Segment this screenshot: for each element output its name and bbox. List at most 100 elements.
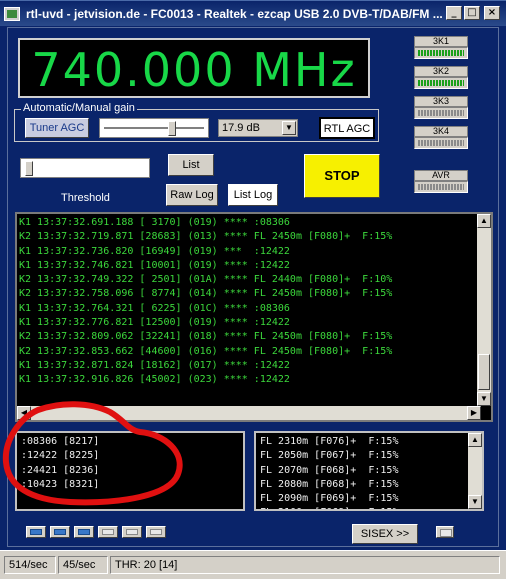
led-button-4[interactable] — [98, 526, 118, 538]
indicator-avr[interactable]: AVR — [414, 170, 468, 193]
indicator-fill — [418, 184, 464, 190]
log-line: K1 13:37:32.776.821 [12500] (019) **** :… — [19, 317, 290, 329]
led-indicator — [126, 529, 138, 535]
log-line: K2 13:37:32.719.871 [28683] (013) **** F… — [19, 231, 393, 243]
squawk-line: :10423 [8321] — [21, 478, 100, 490]
squawk-list-pane[interactable]: :08306 [8217] :12422 [8225] :24421 [8236]:… — [15, 431, 245, 511]
indicator-fill — [418, 110, 464, 116]
app-window: rtl-uvd - jetvision.de - FC0013 - Realte… — [0, 0, 506, 579]
list-button[interactable]: List — [168, 154, 214, 176]
close-button[interactable]: × — [484, 6, 500, 20]
scroll-right-icon[interactable]: ▶ — [467, 406, 481, 420]
altitude-list-scrollbar[interactable]: ▲ ▼ — [468, 433, 482, 509]
indicator-fill — [418, 140, 464, 146]
log-line: K2 13:37:32.758.096 [ 8774] (014) **** F… — [19, 288, 393, 300]
maximize-button[interactable]: □ — [464, 6, 480, 20]
chevron-down-icon[interactable]: ▼ — [282, 121, 296, 135]
frequency-value: 740.000 MHz — [31, 43, 357, 97]
log-line: K1 13:37:32.736.820 [16949] (019) *** :1… — [19, 245, 290, 257]
indicator-bar — [414, 107, 468, 119]
status-rate-1: 514/sec — [4, 556, 56, 574]
indicator-label: AVR — [414, 170, 468, 181]
tuner-agc-button[interactable]: Tuner AGC — [25, 118, 89, 138]
indicator-bar — [414, 181, 468, 193]
led-indicator — [54, 529, 66, 535]
status-bar: 514/sec 45/sec THR: 20 [14] — [0, 550, 506, 579]
raw-log-button[interactable]: Raw Log — [166, 184, 218, 206]
altitude-line: FL 2050m [F067]+ F:15% — [260, 450, 399, 462]
status-rate-2: 45/sec — [58, 556, 108, 574]
indicator-label: 3K2 — [414, 66, 468, 77]
led-indicator — [30, 529, 42, 535]
indicator-label: 3K1 — [414, 36, 468, 47]
altitude-line: FL 2100m [F069]+ F:15% — [260, 506, 460, 509]
log-scroll-thumb[interactable] — [478, 354, 490, 390]
scroll-up-icon[interactable]: ▲ — [468, 433, 482, 447]
indicator-bar — [414, 77, 468, 89]
threshold-slider-thumb[interactable] — [25, 161, 33, 176]
log-line: K1 13:37:32.764.321 [ 6225] (01C) **** :… — [19, 302, 290, 314]
led-button-2[interactable] — [50, 526, 70, 538]
status-threshold: THR: 20 [14] — [110, 556, 500, 574]
log-line: K1 13:37:32.746.821 [10001] (019) **** :… — [19, 259, 290, 271]
altitude-line: FL 2310m [F076]+ F:15% — [260, 436, 399, 447]
log-line: K2 13:37:32.853.662 [44600] (016) **** F… — [19, 345, 393, 357]
scroll-left-icon[interactable]: ◀ — [17, 406, 31, 420]
log-lines: K1 13:37:32.691.188 [ 3170] (019) **** :… — [19, 216, 469, 406]
gain-select[interactable]: 17.9 dB ▼ — [218, 119, 298, 137]
title-bar[interactable]: rtl-uvd - jetvision.de - FC0013 - Realte… — [0, 0, 506, 26]
led-button-6[interactable] — [146, 526, 166, 538]
squawk-line: :12422 [8225] — [21, 450, 100, 462]
squawk-line: :08306 [8217] — [21, 436, 100, 447]
indicator-bar — [414, 137, 468, 149]
led-indicator — [102, 529, 114, 535]
gain-select-value: 17.9 dB — [222, 122, 260, 134]
led-button-3[interactable] — [74, 526, 94, 538]
scroll-down-icon[interactable]: ▼ — [477, 392, 491, 406]
led-button-1[interactable] — [26, 526, 46, 538]
log-line: K1 13:37:32.691.188 [ 3170] (019) **** :… — [19, 217, 290, 228]
app-icon — [4, 7, 20, 21]
gain-group-legend: Automatic/Manual gain — [21, 102, 137, 114]
indicator-label: 3K4 — [414, 126, 468, 137]
rtl-agc-button[interactable]: RTL AGC — [319, 117, 375, 139]
altitude-list-pane[interactable]: FL 2310m [F076]+ F:15% FL 2050m [F067]+ F… — [254, 431, 484, 511]
squawk-line: :24421 [8236] — [21, 464, 100, 476]
indicator-fill — [418, 80, 464, 86]
sisex-button[interactable]: SISEX >> — [352, 524, 418, 544]
indicator-3k1[interactable]: 3K1 — [414, 36, 468, 59]
log-view[interactable]: K1 13:37:32.691.188 [ 3170] (019) **** :… — [15, 212, 493, 422]
gain-slider-track — [104, 127, 204, 129]
window-title: rtl-uvd - jetvision.de - FC0013 - Realte… — [26, 7, 443, 21]
scroll-down-icon[interactable]: ▼ — [468, 495, 482, 509]
indicator-3k2[interactable]: 3K2 — [414, 66, 468, 89]
log-line: K1 13:37:32.871.824 [18162] (017) **** :… — [19, 359, 290, 371]
log-line: K2 13:37:32.809.062 [32241] (018) **** F… — [19, 331, 393, 343]
log-line: K2 13:37:32.749.322 [ 2501] (01A) **** F… — [19, 274, 393, 286]
indicator-fill — [418, 50, 464, 56]
scroll-up-icon[interactable]: ▲ — [477, 214, 491, 228]
list-log-button[interactable]: List Log — [228, 184, 278, 206]
gain-slider[interactable] — [99, 118, 209, 138]
stop-button[interactable]: STOP — [304, 154, 380, 198]
frequency-display: 740.000 MHz — [18, 38, 370, 98]
indicator-3k3[interactable]: 3K3 — [414, 96, 468, 119]
log-line: K1 13:37:32.916.826 [45002] (023) **** :… — [19, 374, 290, 386]
indicator-3k4[interactable]: 3K4 — [414, 126, 468, 149]
led-button-5[interactable] — [122, 526, 142, 538]
led-indicator — [150, 529, 162, 535]
minimize-button[interactable]: _ — [446, 6, 462, 20]
indicator-label: 3K3 — [414, 96, 468, 107]
threshold-slider[interactable] — [20, 158, 150, 178]
client-area: 740.000 MHz 3K1 3K2 3K3 3K4 AVR Automati… — [7, 27, 499, 547]
threshold-label: Threshold — [61, 192, 110, 204]
log-horizontal-scrollbar[interactable]: ◀ ▶ — [17, 406, 481, 420]
small-led-button[interactable] — [436, 526, 454, 538]
indicator-bar — [414, 47, 468, 59]
log-vertical-scrollbar[interactable]: ▲ ▼ — [477, 214, 491, 406]
altitude-list-lines: FL 2310m [F076]+ F:15% FL 2050m [F067]+ F… — [260, 435, 460, 509]
altitude-line: FL 2070m [F068]+ F:15% — [260, 464, 399, 476]
led-indicator — [78, 529, 90, 535]
altitude-line: FL 2090m [F069]+ F:15% — [260, 493, 399, 505]
gain-slider-thumb[interactable] — [168, 121, 176, 136]
